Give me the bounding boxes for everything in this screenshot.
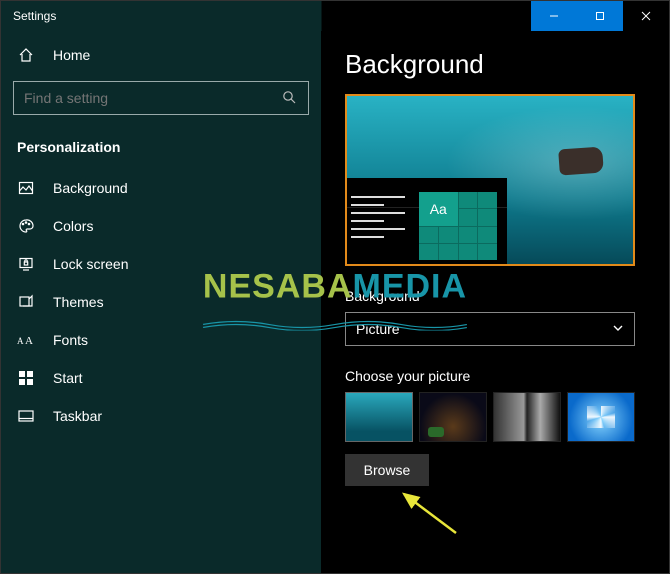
window-title: Settings bbox=[13, 9, 531, 23]
taskbar-icon bbox=[17, 410, 35, 422]
home-icon bbox=[17, 47, 35, 63]
svg-text:A: A bbox=[17, 336, 24, 346]
minimize-button[interactable] bbox=[531, 1, 577, 31]
search-input[interactable] bbox=[24, 90, 282, 106]
nav-item-themes[interactable]: Themes bbox=[1, 283, 321, 321]
window-controls bbox=[531, 1, 669, 31]
nav-item-label: Colors bbox=[53, 218, 93, 234]
nav-item-background[interactable]: Background bbox=[1, 169, 321, 207]
nav-item-label: Themes bbox=[53, 294, 104, 310]
search-icon bbox=[282, 90, 298, 106]
themes-icon bbox=[17, 294, 35, 310]
picture-thumbnail-2[interactable] bbox=[419, 392, 487, 442]
picture-thumbnail-3[interactable] bbox=[493, 392, 561, 442]
nav-item-lockscreen[interactable]: Lock screen bbox=[1, 245, 321, 283]
sidebar: Home Personalization Background Colo bbox=[1, 31, 321, 573]
nav-item-label: Background bbox=[53, 180, 128, 196]
fonts-icon: AA bbox=[17, 333, 35, 347]
chevron-down-icon bbox=[612, 321, 624, 337]
nav-item-label: Taskbar bbox=[53, 408, 102, 424]
preview-start-overlay: Aa bbox=[347, 178, 507, 264]
settings-window: Settings Home bbox=[0, 0, 670, 574]
svg-text:A: A bbox=[25, 335, 33, 347]
section-heading: Personalization bbox=[1, 135, 321, 169]
dropdown-value: Picture bbox=[356, 321, 612, 337]
desktop-preview: Aa bbox=[345, 94, 635, 266]
window-body: Home Personalization Background Colo bbox=[1, 31, 669, 573]
nav-home[interactable]: Home bbox=[1, 37, 321, 81]
picture-thumbnail-1[interactable] bbox=[345, 392, 413, 442]
maximize-button[interactable] bbox=[577, 1, 623, 31]
nav-item-label: Start bbox=[53, 370, 83, 386]
picture-thumbnail-4[interactable] bbox=[567, 392, 635, 442]
preview-wallpaper-subject bbox=[558, 146, 604, 175]
start-icon bbox=[17, 371, 35, 385]
nav-home-label: Home bbox=[53, 47, 90, 63]
lock-screen-icon bbox=[17, 256, 35, 272]
choose-picture-label: Choose your picture bbox=[345, 368, 649, 384]
nav-item-label: Lock screen bbox=[53, 256, 128, 272]
picture-thumbnails bbox=[345, 392, 649, 442]
page-title: Background bbox=[345, 49, 649, 80]
nav-item-colors[interactable]: Colors bbox=[1, 207, 321, 245]
close-button[interactable] bbox=[623, 1, 669, 31]
search-box[interactable] bbox=[13, 81, 309, 115]
browse-button[interactable]: Browse bbox=[345, 454, 429, 486]
content-pane: Background Aa bbox=[321, 31, 669, 573]
picture-icon bbox=[17, 180, 35, 196]
titlebar: Settings bbox=[1, 1, 669, 31]
nav-item-label: Fonts bbox=[53, 332, 88, 348]
nav-item-taskbar[interactable]: Taskbar bbox=[1, 397, 321, 435]
background-dropdown-label: Background bbox=[345, 288, 649, 304]
palette-icon bbox=[17, 218, 35, 234]
preview-sample-text: Aa bbox=[419, 192, 458, 226]
background-type-dropdown[interactable]: Picture bbox=[345, 312, 635, 346]
nav-item-start[interactable]: Start bbox=[1, 359, 321, 397]
nav-item-fonts[interactable]: AA Fonts bbox=[1, 321, 321, 359]
